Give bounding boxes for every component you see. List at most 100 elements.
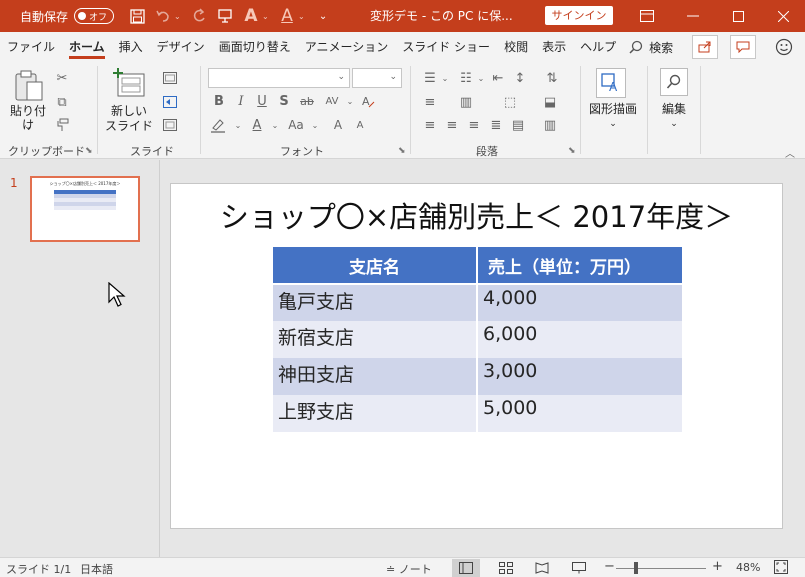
paste-icon[interactable] xyxy=(14,70,44,105)
change-case-button[interactable]: Aa xyxy=(286,115,306,135)
shapes-label[interactable]: 図形描画 xyxy=(584,102,642,116)
tab-insert[interactable]: 挿入 xyxy=(112,32,150,62)
table-cell[interactable]: 4,000 xyxy=(477,284,682,321)
tab-help[interactable]: ヘルプ xyxy=(573,32,623,62)
font-name-combo[interactable]: ⌄ xyxy=(208,68,350,88)
table-cell[interactable]: 6,000 xyxy=(477,321,682,358)
zoom-slider-handle[interactable] xyxy=(634,562,638,574)
table-row[interactable]: 新宿支店 6,000 xyxy=(273,321,682,358)
tab-animations[interactable]: アニメーション xyxy=(298,32,396,62)
tab-file[interactable]: ファイル xyxy=(0,32,62,62)
font-color-button[interactable]: A xyxy=(247,115,267,135)
search-box[interactable]: 検索 xyxy=(629,39,673,56)
decrease-indent-icon[interactable]: ⇤ xyxy=(488,68,508,88)
language-indicator[interactable]: 日本語 xyxy=(80,561,113,577)
table-cell[interactable]: 神田支店 xyxy=(273,358,478,395)
bold-button[interactable]: B xyxy=(209,91,229,111)
chevron-down-icon[interactable]: ⌄ xyxy=(265,115,285,135)
align-text-icon[interactable]: ≡ xyxy=(420,92,440,112)
chevron-down-icon[interactable]: ⌄ xyxy=(228,115,248,135)
copy-icon[interactable]: ⧉ xyxy=(52,92,72,112)
table-header-branch[interactable]: 支店名 xyxy=(273,247,478,285)
present-icon[interactable] xyxy=(214,5,236,27)
save-icon[interactable] xyxy=(126,5,148,27)
shrink-font-button[interactable]: A xyxy=(350,115,370,135)
slideshow-view-icon[interactable] xyxy=(565,559,593,577)
sales-table[interactable]: 支店名 売上（単位：万円） 亀戸支店 4,000 新宿支店 6,000 神田支店… xyxy=(273,247,682,432)
table-cell[interactable]: 5,000 xyxy=(477,395,682,432)
strikethrough-button[interactable]: ab xyxy=(297,91,317,111)
share-icon[interactable] xyxy=(692,35,718,59)
slide-thumbnail[interactable]: ショップ〇×店舗別売上＜ 2017年度＞ xyxy=(30,176,140,242)
table-row[interactable]: 上野支店 5,000 xyxy=(273,395,682,432)
chevron-down-icon[interactable]: ⌄ xyxy=(262,12,272,21)
cut-icon[interactable]: ✂ xyxy=(52,68,72,88)
normal-view-icon[interactable] xyxy=(452,559,480,577)
align-vertical-icon[interactable]: ⬓ xyxy=(540,92,560,112)
ribbon-display-icon[interactable] xyxy=(624,0,670,32)
vertical-scrollbar[interactable] xyxy=(790,160,805,557)
find-icon[interactable] xyxy=(660,68,688,96)
char-spacing-button[interactable]: AV xyxy=(322,91,342,111)
tab-slideshow[interactable]: スライド ショー xyxy=(395,32,497,62)
table-row[interactable]: 神田支店 3,000 xyxy=(273,358,682,395)
tab-review[interactable]: 校閲 xyxy=(497,32,535,62)
dialog-launcher-icon[interactable]: ⬊ xyxy=(398,146,406,156)
zoom-out-button[interactable]: − xyxy=(604,559,615,574)
slide-sorter-icon[interactable] xyxy=(492,559,520,577)
slide-title[interactable]: ショップ〇×店舗別売上＜ 2017年度＞ xyxy=(171,194,782,236)
table-header-sales[interactable]: 売上（単位：万円） xyxy=(477,247,682,285)
grow-font-button[interactable]: A xyxy=(328,115,348,135)
new-slide-label[interactable]: 新しい xyxy=(104,104,154,118)
autosave-toggle[interactable]: オフ xyxy=(74,8,115,24)
chevron-down-icon[interactable]: ⌄ xyxy=(174,12,184,21)
tab-design[interactable]: デザイン xyxy=(150,32,212,62)
chevron-down-icon[interactable]: ⌄ xyxy=(340,91,360,111)
chevron-down-icon[interactable]: ⌄ xyxy=(652,117,696,131)
table-cell[interactable]: 新宿支店 xyxy=(273,321,478,358)
section-icon[interactable] xyxy=(160,115,180,135)
format-painter-icon[interactable] xyxy=(52,115,72,135)
close-icon[interactable] xyxy=(760,0,805,32)
text-columns-icon[interactable]: ▥ xyxy=(540,115,560,135)
table-cell[interactable]: 3,000 xyxy=(477,358,682,395)
new-slide-icon[interactable] xyxy=(112,68,146,101)
reset-icon[interactable] xyxy=(160,92,180,112)
justify-icon[interactable]: ≣ xyxy=(486,115,506,135)
align-right-icon[interactable]: ≡ xyxy=(464,115,484,135)
customize-qat-icon[interactable]: ⌄ xyxy=(312,5,334,27)
chevron-down-icon[interactable]: ⌄ xyxy=(435,68,455,88)
redo-icon[interactable] xyxy=(188,5,210,27)
chevron-down-icon[interactable]: ⌄ xyxy=(305,115,325,135)
dialog-launcher-icon[interactable]: ⬊ xyxy=(568,146,576,156)
collapse-ribbon-icon[interactable]: ︿ xyxy=(785,145,795,160)
layout-icon[interactable] xyxy=(160,68,180,88)
fit-to-window-icon[interactable] xyxy=(774,560,788,577)
align-center-icon[interactable]: ≡ xyxy=(442,115,462,135)
maximize-icon[interactable] xyxy=(715,0,761,32)
italic-button[interactable]: I xyxy=(231,91,251,111)
dialog-launcher-icon[interactable]: ⬊ xyxy=(85,146,93,156)
text-color-a-icon[interactable]: A xyxy=(276,5,298,27)
new-slide-label-2[interactable]: スライド xyxy=(104,119,154,133)
line-spacing-icon[interactable]: ↕ xyxy=(510,68,530,88)
notes-button[interactable]: ≐ ノート xyxy=(386,561,432,577)
chevron-down-icon[interactable]: ⌄ xyxy=(584,117,642,131)
font-size-combo[interactable]: ⌄ xyxy=(352,68,402,88)
font-color-a-icon[interactable]: A xyxy=(240,5,262,27)
zoom-level[interactable]: 48% xyxy=(736,561,760,574)
slide-canvas[interactable]: ショップ〇×店舗別売上＜ 2017年度＞ 支店名 売上（単位：万円） 亀戸支店 … xyxy=(170,183,783,529)
undo-icon[interactable] xyxy=(152,5,174,27)
comments-icon[interactable] xyxy=(730,35,756,59)
zoom-in-button[interactable]: + xyxy=(712,559,723,574)
smiley-feedback-icon[interactable] xyxy=(775,38,793,59)
shapes-icon[interactable]: A xyxy=(596,68,626,98)
underline-button[interactable]: U xyxy=(252,91,272,111)
chevron-down-icon[interactable]: ⌄ xyxy=(298,12,308,21)
zoom-slider[interactable] xyxy=(616,568,706,569)
editing-label[interactable]: 編集 xyxy=(652,102,696,116)
minimize-icon[interactable] xyxy=(670,0,716,32)
tab-view[interactable]: 表示 xyxy=(535,32,573,62)
text-direction-icon[interactable]: ⇅ xyxy=(542,68,562,88)
reading-view-icon[interactable] xyxy=(528,559,556,577)
